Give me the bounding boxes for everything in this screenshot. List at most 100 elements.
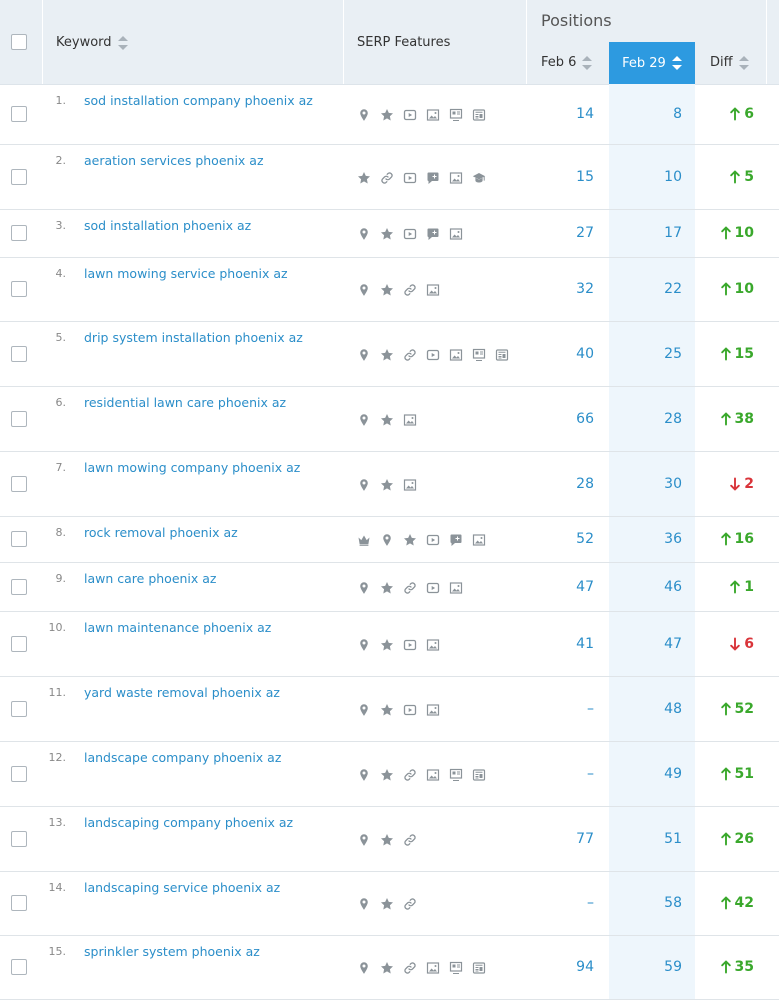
row-checkbox[interactable]: [11, 476, 27, 492]
position-feb6[interactable]: –: [530, 895, 594, 911]
serp-features: [357, 171, 495, 185]
position-diff: 2: [700, 476, 754, 492]
position-feb29[interactable]: 36: [620, 531, 682, 547]
table-row: 10. lawn maintenance phoenix az 41 47 6: [0, 612, 779, 677]
keyword-column-header[interactable]: Keyword: [56, 35, 128, 50]
sort-icon[interactable]: [738, 55, 749, 70]
position-feb29[interactable]: 17: [620, 225, 682, 241]
sort-icon[interactable]: [582, 55, 593, 70]
position-diff: 26: [700, 831, 754, 847]
image-icon: [449, 171, 463, 185]
keyword-link[interactable]: lawn care phoenix az: [84, 571, 217, 586]
arrow-up-icon: [730, 170, 740, 184]
video-icon: [426, 533, 440, 547]
row-number: 9.: [55, 572, 67, 585]
position-feb6[interactable]: 66: [530, 411, 594, 427]
row-checkbox[interactable]: [11, 346, 27, 362]
star-icon: [357, 171, 371, 185]
position-feb29[interactable]: 51: [620, 831, 682, 847]
position-feb29[interactable]: 25: [620, 346, 682, 362]
review-icon: [426, 227, 440, 241]
keyword-link[interactable]: residential lawn care phoenix az: [84, 395, 286, 410]
row-checkbox[interactable]: [11, 106, 27, 122]
row-checkbox[interactable]: [11, 636, 27, 652]
keyword-link[interactable]: sod installation company phoenix az: [84, 93, 313, 108]
diff-value: 35: [734, 959, 754, 975]
position-feb29[interactable]: 47: [620, 636, 682, 652]
keyword-link[interactable]: landscaping company phoenix az: [84, 815, 293, 830]
position-diff: 6: [700, 636, 754, 652]
row-checkbox[interactable]: [11, 225, 27, 241]
serp-features: [357, 348, 518, 362]
position-feb6[interactable]: 28: [530, 476, 594, 492]
diff-value: 10: [734, 225, 754, 241]
row-checkbox[interactable]: [11, 169, 27, 185]
diff-column-header[interactable]: Diff: [710, 55, 749, 70]
position-feb6[interactable]: –: [530, 701, 594, 717]
table-header: Keyword SERP Features Positions Feb 6 Fe…: [0, 0, 779, 85]
row-checkbox[interactable]: [11, 531, 27, 547]
position-feb29[interactable]: 22: [620, 281, 682, 297]
keyword-link[interactable]: sprinkler system phoenix az: [84, 944, 260, 959]
pin-icon: [357, 703, 371, 717]
row-checkbox[interactable]: [11, 895, 27, 911]
serp-features: [357, 897, 426, 911]
row-checkbox[interactable]: [11, 281, 27, 297]
keyword-link[interactable]: lawn mowing company phoenix az: [84, 460, 300, 475]
feb29-column-header[interactable]: Feb 29: [609, 42, 695, 84]
header-divider: [343, 0, 344, 84]
position-feb29[interactable]: 48: [620, 701, 682, 717]
position-feb6[interactable]: 77: [530, 831, 594, 847]
table-row: 12. landscape company phoenix az – 49 51: [0, 742, 779, 807]
sort-icon[interactable]: [117, 35, 128, 50]
position-diff: 5: [700, 169, 754, 185]
star-icon: [380, 413, 394, 427]
position-feb29[interactable]: 28: [620, 411, 682, 427]
keyword-link[interactable]: landscape company phoenix az: [84, 750, 281, 765]
position-feb29[interactable]: 49: [620, 766, 682, 782]
position-feb6[interactable]: –: [530, 766, 594, 782]
position-feb29[interactable]: 30: [620, 476, 682, 492]
keyword-link[interactable]: drip system installation phoenix az: [84, 330, 303, 345]
position-feb6[interactable]: 14: [530, 106, 594, 122]
image-icon: [472, 533, 486, 547]
position-feb6[interactable]: 27: [530, 225, 594, 241]
row-checkbox[interactable]: [11, 766, 27, 782]
feb6-column-header[interactable]: Feb 6: [541, 55, 593, 70]
keyword-link[interactable]: aeration services phoenix az: [84, 153, 264, 168]
keyword-link[interactable]: lawn mowing service phoenix az: [84, 266, 288, 281]
select-all-checkbox[interactable]: [11, 34, 27, 50]
sort-icon[interactable]: [671, 56, 682, 70]
position-feb6[interactable]: 94: [530, 959, 594, 975]
position-feb6[interactable]: 41: [530, 636, 594, 652]
keyword-link[interactable]: yard waste removal phoenix az: [84, 685, 280, 700]
position-feb6[interactable]: 40: [530, 346, 594, 362]
arrow-up-icon: [720, 532, 731, 546]
row-checkbox[interactable]: [11, 411, 27, 427]
position-feb29[interactable]: 58: [620, 895, 682, 911]
keyword-link[interactable]: sod installation phoenix az: [84, 218, 251, 233]
position-feb6[interactable]: 52: [530, 531, 594, 547]
position-feb6[interactable]: 15: [530, 169, 594, 185]
star-icon: [380, 768, 394, 782]
image-icon: [426, 961, 440, 975]
row-checkbox[interactable]: [11, 579, 27, 595]
table-row: 2. aeration services phoenix az 15 10 5: [0, 145, 779, 210]
table-row: 8. rock removal phoenix az 52 36 16: [0, 517, 779, 563]
table-row: 13. landscaping company phoenix az 77 51…: [0, 807, 779, 872]
star-icon: [380, 581, 394, 595]
position-feb6[interactable]: 47: [530, 579, 594, 595]
position-feb6[interactable]: 32: [530, 281, 594, 297]
video-icon: [426, 581, 440, 595]
position-feb29[interactable]: 46: [620, 579, 682, 595]
position-feb29[interactable]: 8: [620, 106, 682, 122]
row-checkbox[interactable]: [11, 701, 27, 717]
position-feb29[interactable]: 10: [620, 169, 682, 185]
keyword-link[interactable]: rock removal phoenix az: [84, 525, 238, 540]
row-checkbox[interactable]: [11, 959, 27, 975]
image-icon: [426, 283, 440, 297]
keyword-link[interactable]: lawn maintenance phoenix az: [84, 620, 271, 635]
position-feb29[interactable]: 59: [620, 959, 682, 975]
keyword-link[interactable]: landscaping service phoenix az: [84, 880, 280, 895]
row-checkbox[interactable]: [11, 831, 27, 847]
